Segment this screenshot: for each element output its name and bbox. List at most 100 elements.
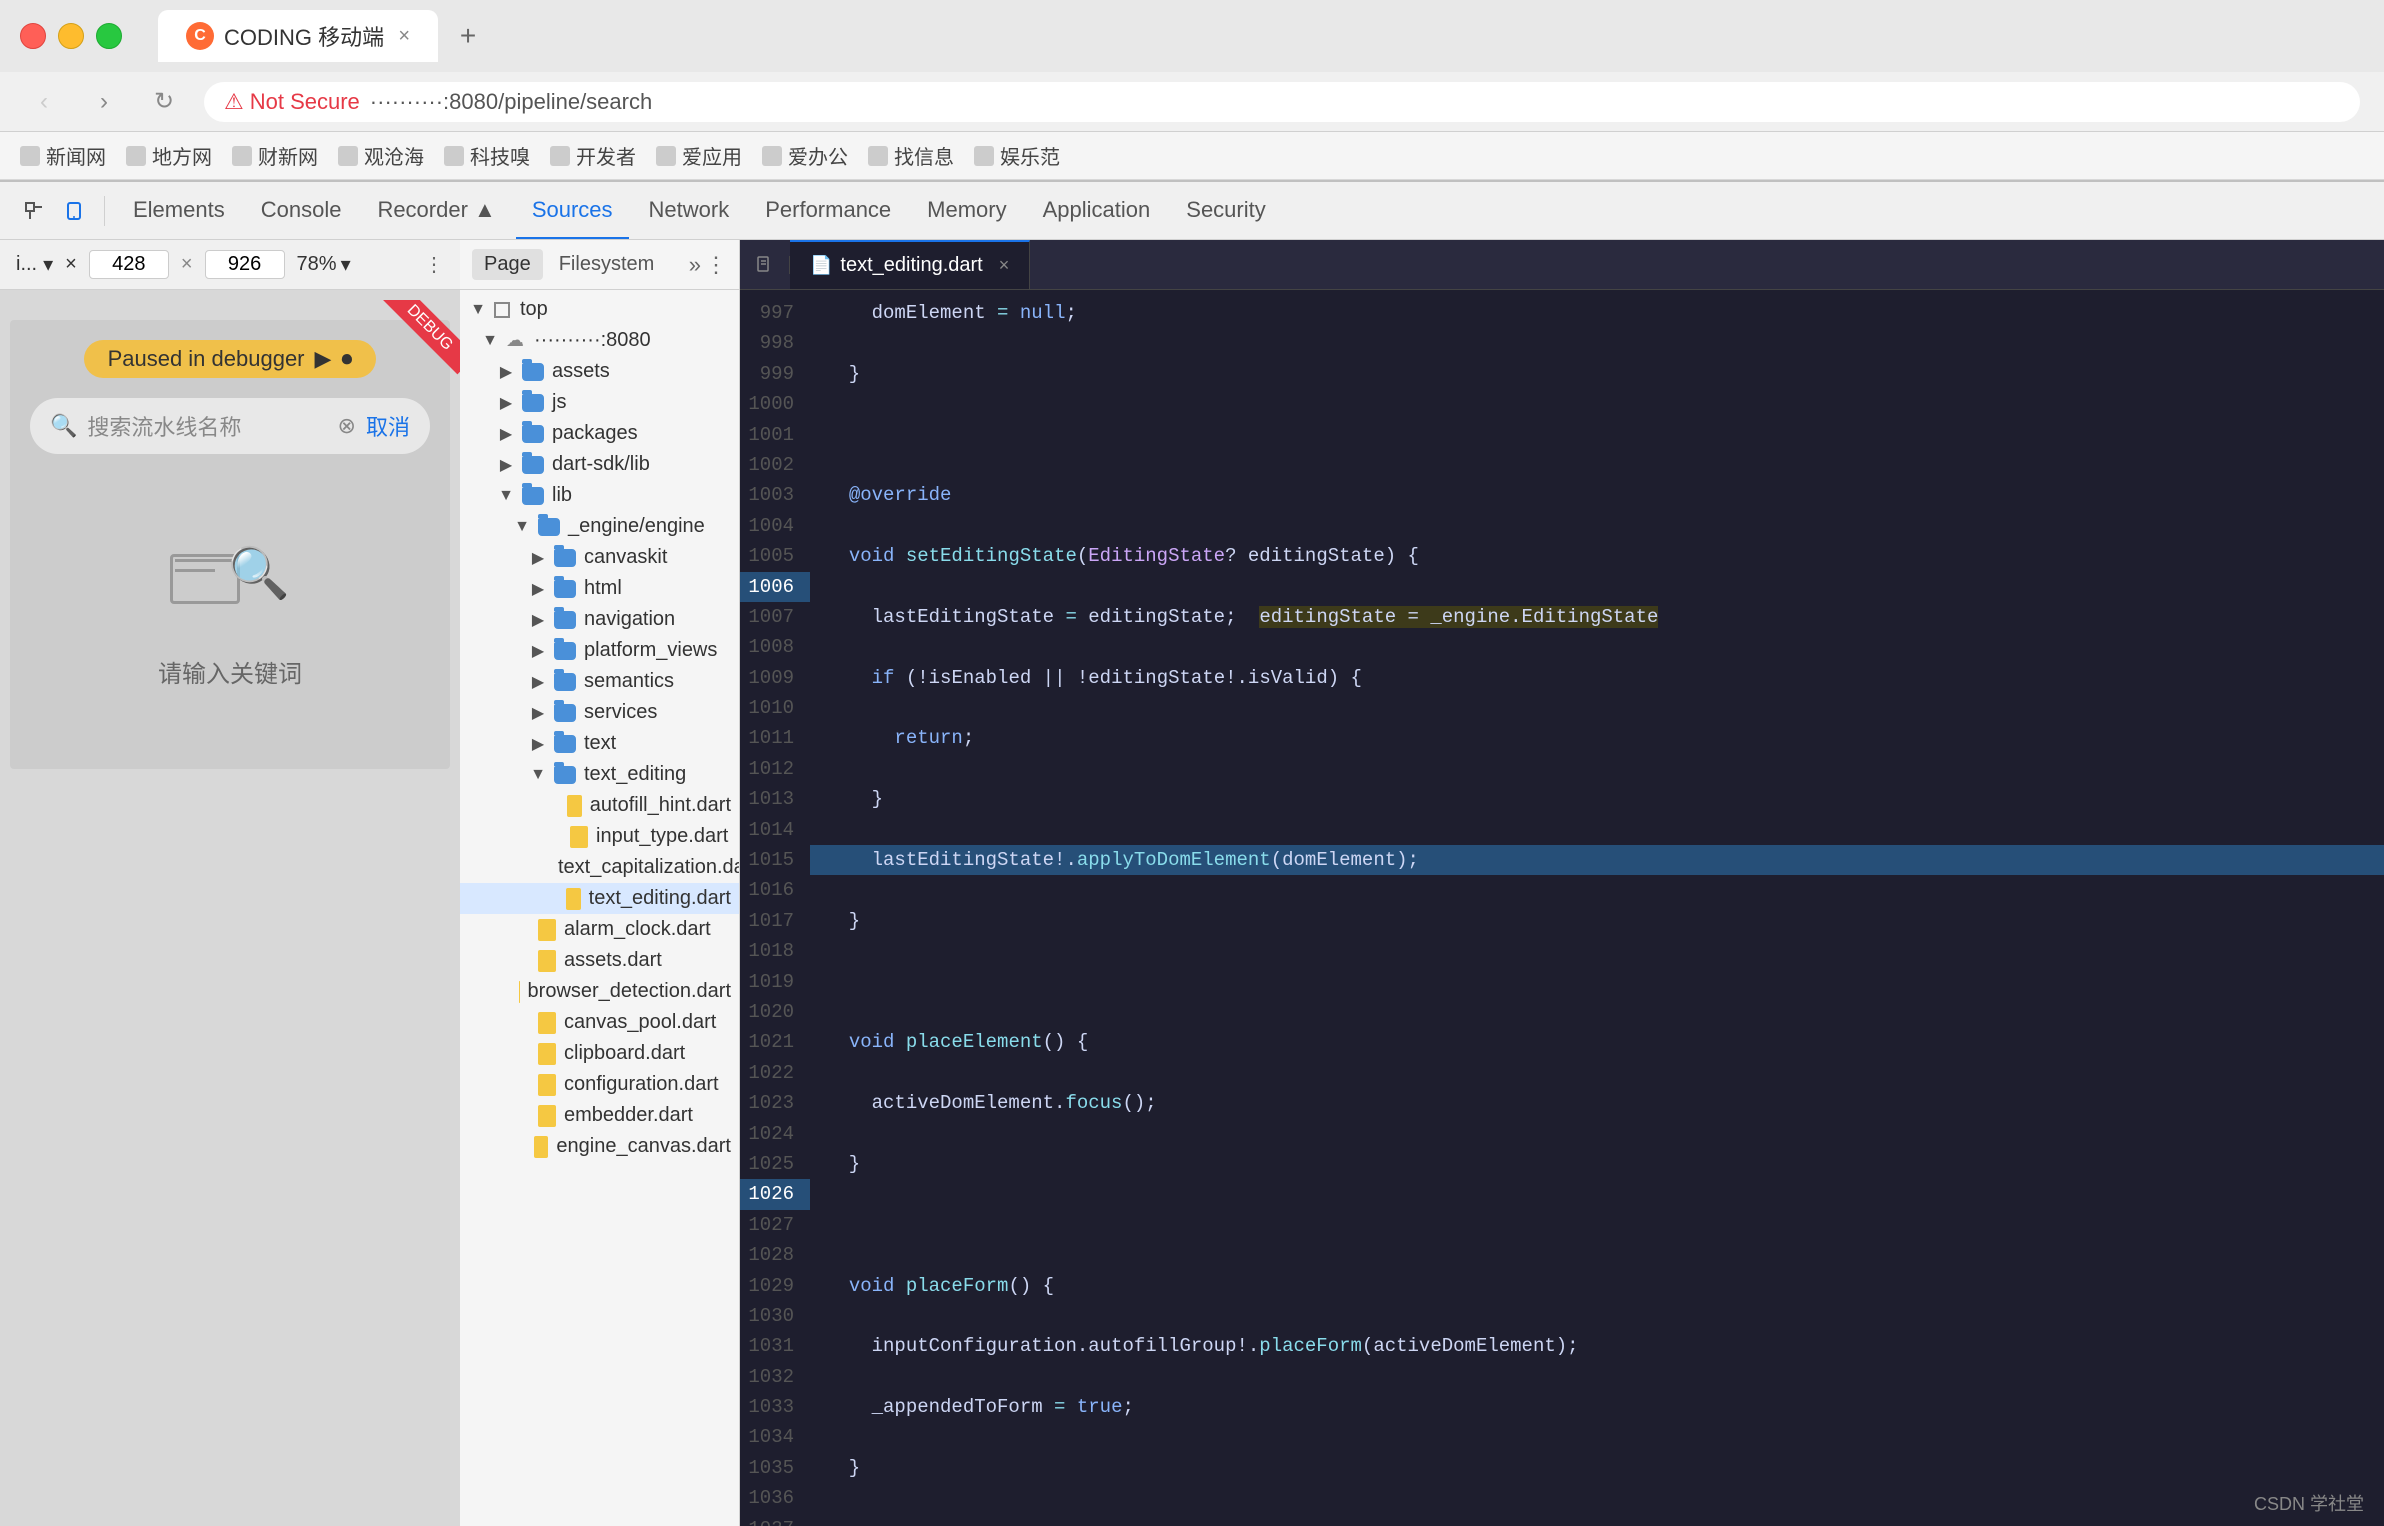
bookmark-找信息[interactable]: 找信息 — [868, 141, 954, 170]
minimize-button[interactable] — [58, 23, 84, 49]
new-tab-button[interactable]: + — [446, 14, 490, 58]
inspect-element-button[interactable] — [16, 193, 52, 229]
more-options-button[interactable]: ⋮ — [424, 252, 444, 277]
file-tree-item-lib[interactable]: ▼ lib — [460, 480, 739, 511]
maximize-button[interactable] — [96, 23, 122, 49]
expand-arrow: ▼ — [468, 301, 488, 319]
file-tree-item-html[interactable]: ▶ html — [460, 573, 739, 604]
bookmark-icon — [444, 146, 464, 166]
file-tree-item-assets[interactable]: ▶ assets — [460, 356, 739, 387]
file-icon-tab — [740, 256, 790, 274]
page-tab[interactable]: Page — [472, 249, 543, 280]
tab-favicon: C — [186, 22, 214, 50]
search-bar[interactable]: 🔍 搜索流水线名称 ⊗ 取消 — [30, 398, 430, 454]
tab-close-button[interactable]: × — [398, 25, 410, 48]
height-input[interactable] — [205, 250, 285, 279]
address-input[interactable]: ⚠ Not Secure ··········:8080/pipeline/se… — [204, 82, 2360, 122]
debug-banner: Paused in debugger ▶ ⏺ — [84, 340, 377, 378]
cancel-button[interactable]: 取消 — [366, 410, 410, 442]
bookmark-地方网[interactable]: 地方网 — [126, 141, 212, 170]
file-tree-item-autofill[interactable]: autofill_hint.dart — [460, 790, 739, 821]
forward-button[interactable]: › — [84, 82, 124, 122]
file-tree-item-embedder[interactable]: embedder.dart — [460, 1100, 739, 1131]
device-toggle-button[interactable] — [56, 193, 92, 229]
filesystem-tab[interactable]: Filesystem — [547, 249, 667, 280]
bookmark-爱办公[interactable]: 爱办公 — [762, 141, 848, 170]
tab-performance[interactable]: Performance — [749, 182, 907, 239]
empty-icon: 🔍 — [170, 534, 290, 634]
bookmark-娱乐范[interactable]: 娱乐范 — [974, 141, 1060, 170]
play-icon[interactable]: ▶ — [315, 346, 332, 372]
file-tree-item-semantics[interactable]: ▶ semantics — [460, 666, 739, 697]
file-tree-item-clipboard[interactable]: clipboard.dart — [460, 1038, 739, 1069]
chevron-down-icon: ▾ — [43, 252, 53, 277]
clear-icon[interactable]: ⊗ — [338, 413, 356, 439]
bookmark-icon — [338, 146, 358, 166]
tab-security[interactable]: Security — [1170, 182, 1281, 239]
file-icon — [538, 1074, 556, 1096]
expand-arrow: ▶ — [496, 455, 516, 475]
bookmark-财新网[interactable]: 财新网 — [232, 141, 318, 170]
tab-network[interactable]: Network — [633, 182, 746, 239]
tab-application[interactable]: Application — [1027, 182, 1167, 239]
file-tree-item-platform-views[interactable]: ▶ platform_views — [460, 635, 739, 666]
file-tree-item-host[interactable]: ▼ ☁ ··········:8080 — [460, 325, 739, 356]
tab-console[interactable]: Console — [245, 182, 358, 239]
folder-icon — [522, 394, 544, 412]
file-tree-item-packages[interactable]: ▶ packages — [460, 418, 739, 449]
code-lines[interactable]: domElement = null; } @override void setE… — [810, 290, 2384, 1526]
file-tree-item-text[interactable]: ▶ text — [460, 728, 739, 759]
file-tree-item-navigation[interactable]: ▶ navigation — [460, 604, 739, 635]
bookmarks-bar: 新闻网 地方网 财新网 观沧海 科技嗅 开发者 爱应用 爱办公 找信息 娱乐范 — [0, 132, 2384, 180]
tab-elements[interactable]: Elements — [117, 182, 241, 239]
file-tree-item-engine-canvas[interactable]: engine_canvas.dart — [460, 1131, 739, 1162]
expand-arrow: ▼ — [496, 487, 516, 505]
device-selector[interactable]: i... ▾ — [16, 252, 53, 277]
file-tree-item-canvaskit[interactable]: ▶ canvaskit — [460, 542, 739, 573]
zoom-selector[interactable]: 78% ▾ — [297, 252, 351, 277]
devtools-toolbar: Elements Console Recorder ▲ Sources Netw… — [0, 182, 2384, 240]
file-tree-item-text-cap[interactable]: text_capitalization.dart — [460, 852, 739, 883]
file-tree-item-assets-dart[interactable]: assets.dart — [460, 945, 739, 976]
file-tree-item-top[interactable]: ▼ top — [460, 294, 739, 325]
file-tree-item-input-type[interactable]: input_type.dart — [460, 821, 739, 852]
browser-tab[interactable]: C CODING 移动端 × — [158, 10, 438, 62]
folder-icon — [538, 518, 560, 536]
file-icon — [538, 1043, 556, 1065]
file-tree-item-configuration[interactable]: configuration.dart — [460, 1069, 739, 1100]
bookmark-新闻网[interactable]: 新闻网 — [20, 141, 106, 170]
bookmark-爱应用[interactable]: 爱应用 — [656, 141, 742, 170]
bookmark-开发者[interactable]: 开发者 — [550, 141, 636, 170]
tab-memory[interactable]: Memory — [911, 182, 1022, 239]
refresh-button[interactable]: ↻ — [144, 82, 184, 122]
width-input[interactable] — [89, 250, 169, 279]
file-tree-item-canvas-pool[interactable]: canvas_pool.dart — [460, 1007, 739, 1038]
file-tree-item-js[interactable]: ▶ js — [460, 387, 739, 418]
tab-sources[interactable]: Sources — [516, 182, 629, 239]
code-tab-text-editing[interactable]: 📄 text_editing.dart × — [790, 240, 1030, 289]
file-tree-item-alarm-clock[interactable]: alarm_clock.dart — [460, 914, 739, 945]
file-tree-item-dart-sdk[interactable]: ▶ dart-sdk/lib — [460, 449, 739, 480]
close-button[interactable] — [20, 23, 46, 49]
tab-bar: C CODING 移动端 × + — [158, 10, 490, 62]
back-button[interactable]: ‹ — [24, 82, 64, 122]
tab-recorder[interactable]: Recorder ▲ — [361, 182, 511, 239]
file-tree-item-services[interactable]: ▶ services — [460, 697, 739, 728]
bookmark-观沧海[interactable]: 观沧海 — [338, 141, 424, 170]
record-icon[interactable]: ⏺ — [341, 346, 352, 372]
code-content[interactable]: 997 998 999 1000 1001 1002 1003 1004 100… — [740, 290, 2384, 1526]
close-tab-button[interactable]: × — [999, 255, 1010, 276]
bookmark-icon — [232, 146, 252, 166]
file-tree-item-text-editing-dart[interactable]: text_editing.dart — [460, 883, 739, 914]
mobile-content: Paused in debugger ▶ ⏺ 🔍 搜索流水线名称 ⊗ 取消 — [0, 290, 460, 1526]
extra-options-button[interactable]: ⋮ — [705, 252, 727, 278]
file-tree-item-browser-detection[interactable]: browser_detection.dart — [460, 976, 739, 1007]
search-placeholder: 搜索流水线名称 — [87, 410, 327, 442]
bookmark-科技嗅[interactable]: 科技嗅 — [444, 141, 530, 170]
more-tabs-button[interactable]: » — [689, 252, 701, 278]
expand-arrow: ▶ — [496, 424, 516, 444]
file-tree-item-text-editing[interactable]: ▼ text_editing — [460, 759, 739, 790]
file-icon — [570, 826, 588, 848]
tab-title: CODING 移动端 — [224, 20, 384, 52]
file-tree-item-engine[interactable]: ▼ _engine/engine — [460, 511, 739, 542]
